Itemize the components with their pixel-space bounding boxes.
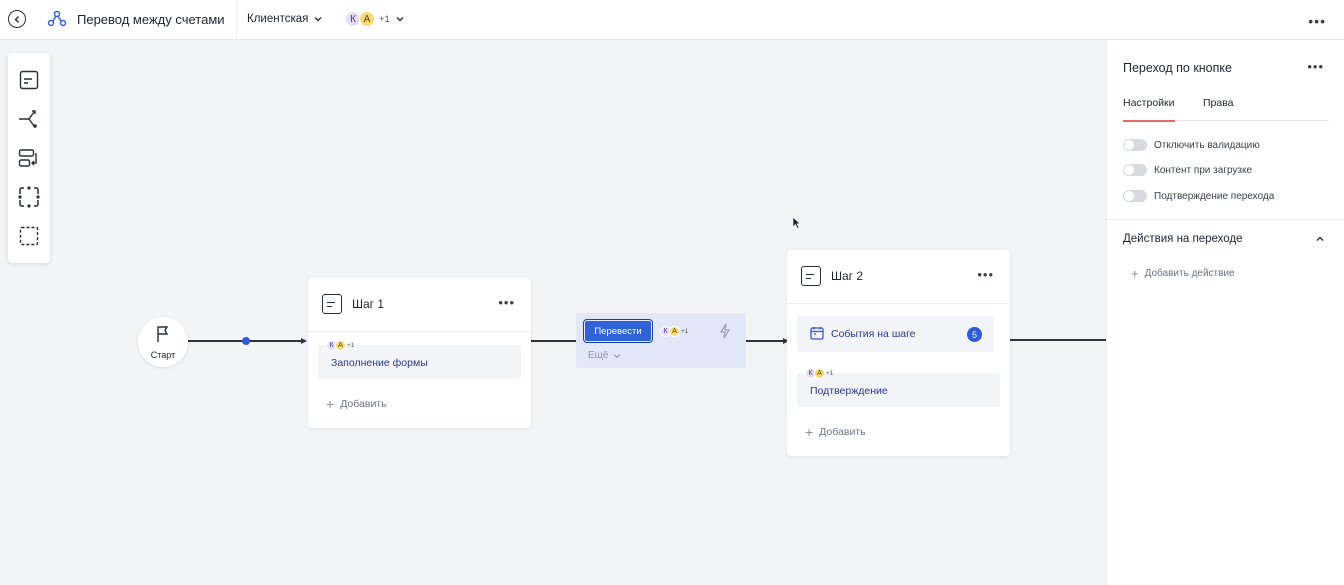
step-card-header: Шаг 1 ••• [308, 278, 531, 332]
toggle-label: Подтверждение перехода [1154, 190, 1275, 202]
events-label: События на шаге [831, 328, 916, 340]
avatars-more-count: +1 [681, 328, 689, 335]
transfer-button[interactable]: Перевести [583, 319, 653, 343]
back-button[interactable] [8, 10, 26, 28]
plus-icon: + [326, 396, 335, 412]
more-menu-icon[interactable]: ••• [1307, 59, 1324, 74]
add-action-label: Добавить действие [1144, 268, 1235, 279]
item-collaborators: К А +1 [326, 340, 354, 351]
avatars-more-count: +1 [347, 342, 355, 349]
chevron-up-icon[interactable] [1316, 236, 1324, 242]
chevron-down-icon [614, 353, 621, 358]
selection-icon [19, 226, 39, 246]
branch-tool-button[interactable] [18, 108, 40, 130]
toggle-row-content-on-load[interactable]: Контент при загрузке [1123, 164, 1252, 176]
connector-line [1010, 339, 1106, 341]
connector-handle[interactable] [242, 337, 250, 345]
add-button[interactable]: + Добавить [805, 424, 866, 440]
group-icon [18, 186, 40, 208]
transition-block[interactable]: Перевести К А +1 Ещё [576, 313, 746, 368]
branch-icon [19, 110, 37, 128]
group-tool-button[interactable] [18, 186, 40, 208]
chevron-down-icon [396, 17, 404, 22]
content-on-load-toggle[interactable] [1123, 164, 1147, 176]
more-label: Ещё [588, 350, 609, 361]
step-events-button[interactable]: События на шаге 5 [797, 316, 994, 352]
form-item[interactable]: К А +1 Заполнение формы [318, 340, 521, 379]
step-title: Шаг 2 [831, 269, 864, 283]
item-label: Подтверждение [810, 385, 888, 397]
environment-label: Клиентская [247, 13, 309, 25]
section-title[interactable]: Действия на переходе [1123, 233, 1243, 245]
top-bar: Перевод между счетами Клиентская К А +1 … [0, 0, 1344, 40]
connector-line [531, 340, 576, 342]
more-dropdown[interactable]: Ещё [588, 350, 621, 361]
events-count-badge: 5 [967, 327, 982, 342]
transition-icon [18, 149, 37, 167]
lightning-icon[interactable] [719, 323, 731, 339]
avatar: А [335, 340, 346, 351]
start-label: Старт [150, 350, 176, 360]
step-tool-button[interactable] [18, 69, 40, 91]
step-icon [19, 70, 39, 90]
cursor-icon [792, 216, 801, 229]
plus-icon: + [805, 424, 814, 440]
step-card-header: Шаг 2 ••• [787, 250, 1010, 304]
step-card-2[interactable]: Шаг 2 ••• События на шаге 5 К А +1 Подтв… [787, 250, 1010, 456]
item-label: Заполнение формы [331, 357, 428, 369]
calendar-icon [810, 327, 824, 340]
step-icon [801, 266, 821, 286]
tab-permissions[interactable]: Права [1203, 97, 1234, 121]
app-title: Перевод между счетами [77, 12, 225, 27]
avatar: А [814, 368, 825, 379]
toggle-row-disable-validation[interactable]: Отключить валидацию [1123, 139, 1260, 151]
connector-line [746, 340, 784, 342]
flag-icon [157, 326, 169, 342]
item-collaborators: К А +1 [805, 368, 833, 379]
transition-collaborators: К А +1 [660, 326, 688, 337]
toggle-label: Контент при загрузке [1154, 164, 1253, 176]
avatar: А [669, 326, 680, 337]
transition-tool-button[interactable] [18, 147, 40, 169]
flow-icon [47, 10, 67, 27]
more-menu-icon[interactable]: ••• [498, 295, 515, 310]
properties-panel: Переход по кнопке ••• Настройки Права От… [1106, 40, 1344, 585]
more-menu-icon[interactable]: ••• [1308, 13, 1326, 29]
disable-validation-toggle[interactable] [1123, 139, 1147, 151]
selection-tool-button[interactable] [18, 225, 40, 247]
arrow-head [301, 337, 307, 344]
panel-title: Переход по кнопке [1123, 61, 1232, 75]
toggle-row-confirm-transition[interactable]: Подтверждение перехода [1123, 190, 1274, 202]
step-card-1[interactable]: Шаг 1 ••• К А +1 Заполнение формы + Доба… [308, 278, 531, 428]
add-label: Добавить [340, 398, 387, 410]
confirm-transition-toggle[interactable] [1123, 190, 1147, 202]
header-divider [236, 0, 237, 40]
more-menu-icon[interactable]: ••• [977, 267, 994, 282]
chevron-down-icon [314, 17, 322, 22]
tool-palette [8, 53, 50, 263]
tab-settings[interactable]: Настройки [1123, 97, 1175, 122]
add-action-button[interactable]: + Добавить действие [1131, 266, 1235, 281]
plus-icon: + [1131, 266, 1139, 281]
collaborators[interactable]: К А +1 [345, 11, 404, 27]
add-label: Добавить [819, 426, 866, 438]
confirmation-item[interactable]: К А +1 Подтверждение [797, 368, 1000, 407]
panel-tabs: Настройки Права [1123, 97, 1329, 122]
toggle-label: Отключить валидацию [1154, 139, 1260, 151]
step-icon [322, 294, 342, 314]
environment-select[interactable]: Клиентская [247, 13, 322, 25]
panel-divider [1107, 219, 1344, 220]
add-button[interactable]: + Добавить [326, 396, 387, 412]
start-node[interactable]: Старт [138, 317, 188, 367]
avatars-more-count: +1 [379, 13, 390, 25]
avatar: А [359, 11, 375, 27]
chevron-left-icon [14, 16, 19, 23]
avatars-more-count: +1 [826, 370, 834, 377]
step-title: Шаг 1 [352, 297, 385, 311]
